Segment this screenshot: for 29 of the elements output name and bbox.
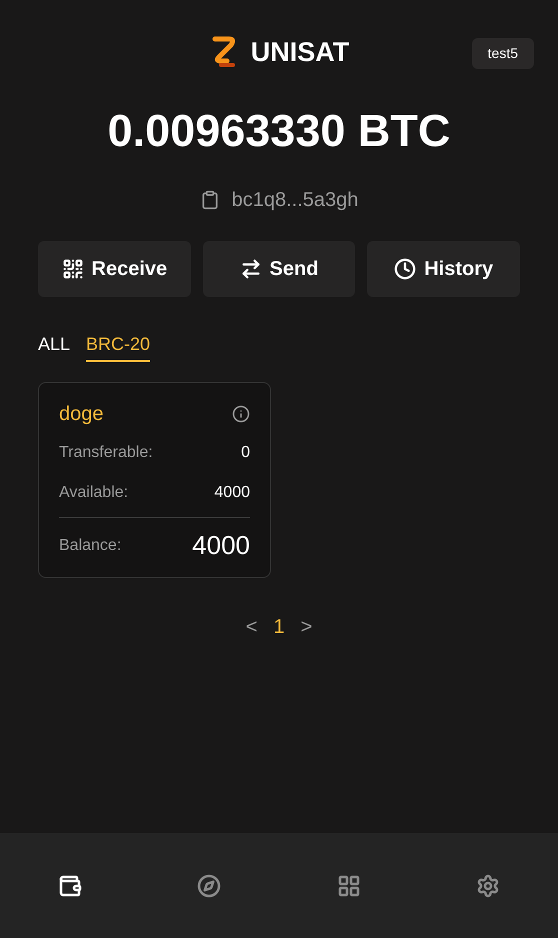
address-button[interactable]: bc1q8...5a3gh: [200, 185, 358, 215]
qr-code-icon: [62, 258, 84, 280]
balance-value: 4000: [192, 529, 250, 562]
wallet-icon: [58, 874, 82, 898]
field-value: 0: [241, 443, 250, 463]
clock-icon: [394, 258, 416, 280]
brand-name: UNISAT: [250, 36, 350, 69]
field-value: 4000: [214, 483, 250, 503]
field-label: Balance:: [59, 536, 122, 556]
history-button[interactable]: History: [367, 241, 520, 297]
send-button[interactable]: Send: [202, 241, 356, 297]
field-label: Available:: [59, 483, 128, 503]
grid-icon: [336, 874, 361, 898]
page-button[interactable]: 1: [273, 612, 285, 642]
compass-icon: [197, 874, 222, 898]
next-page-button[interactable]: >: [300, 612, 312, 642]
token-tab[interactable]: ALL: [38, 331, 70, 362]
field-label: Transferable:: [59, 443, 153, 463]
receive-button[interactable]: Receive: [38, 241, 191, 297]
token-tab[interactable]: BRC-20: [86, 331, 150, 362]
arrows-icon: [240, 258, 262, 280]
prev-page-button[interactable]: <: [246, 612, 258, 642]
settings-icon: [476, 874, 500, 898]
info-icon[interactable]: [232, 405, 250, 423]
account-button[interactable]: test5: [472, 38, 534, 69]
clipboard-icon: [200, 190, 220, 210]
balance-amount: 0.00963330 BTC: [106, 108, 452, 153]
token-card[interactable]: doge Transferable: 0 Available: 4000 Balance: 4000: [38, 382, 271, 578]
token-name: doge: [59, 402, 104, 427]
